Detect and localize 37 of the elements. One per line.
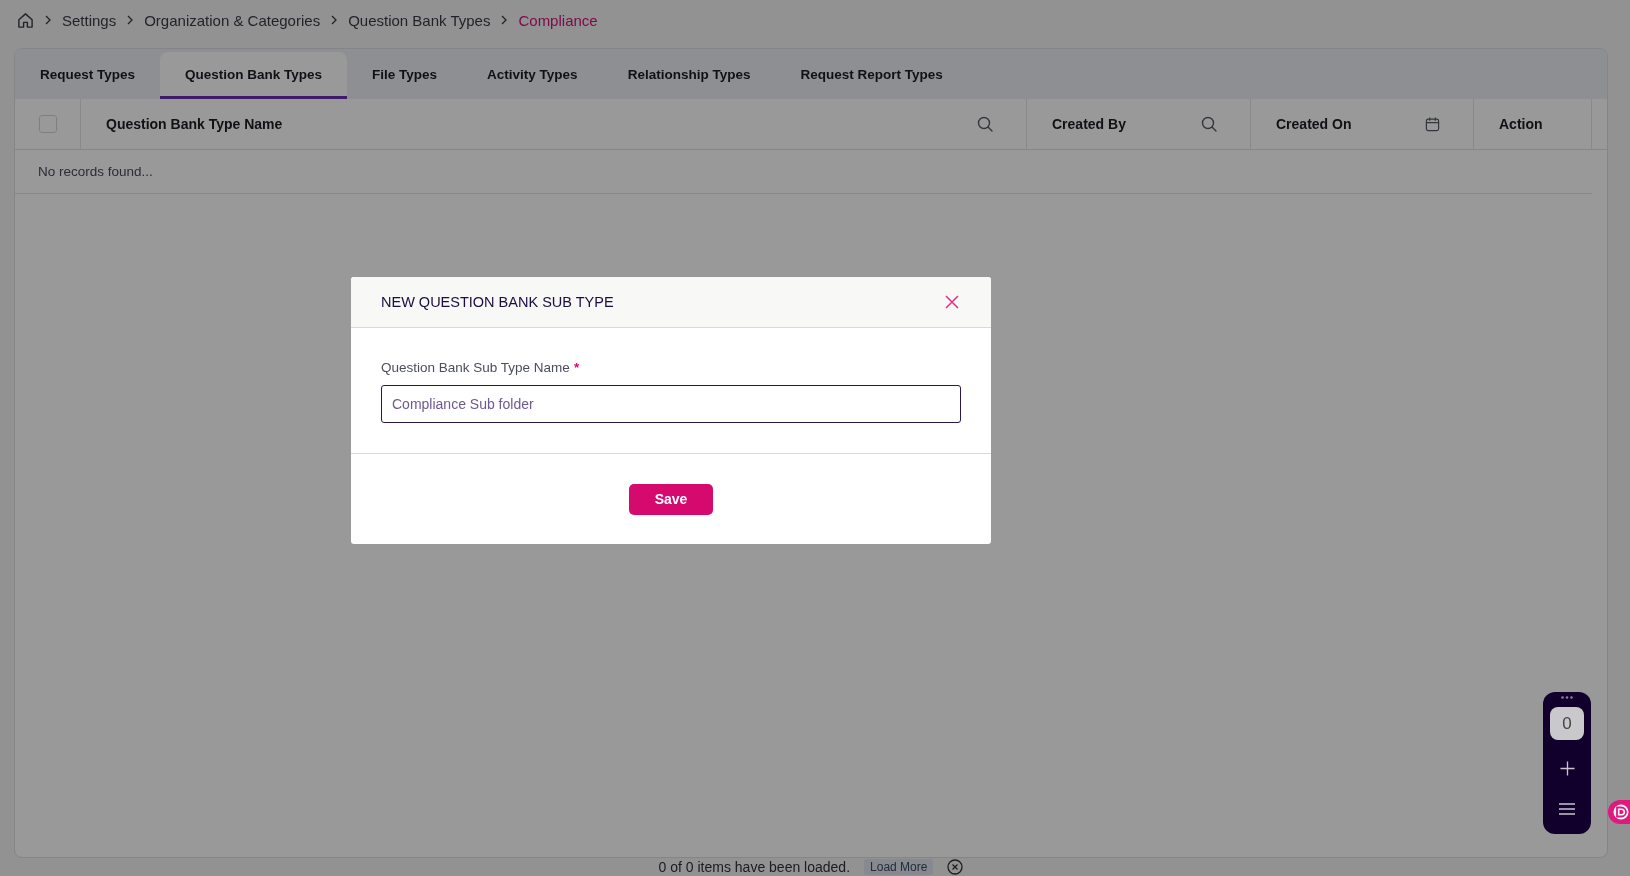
breadcrumb-link[interactable]: Organization & Categories (144, 11, 321, 29)
dialog-title: NEW QUESTION BANK SUB TYPE (381, 294, 614, 310)
home-icon[interactable] (17, 11, 34, 29)
tab[interactable]: Question Bank Types (160, 52, 348, 99)
column-header[interactable]: Created By (1052, 116, 1126, 132)
input-field[interactable]: Compliance Sub folder (381, 385, 961, 423)
column-header[interactable]: Question Bank Type Name (106, 116, 283, 132)
calendar-icon[interactable] (1425, 116, 1440, 132)
column-header[interactable]: Action (1499, 116, 1543, 132)
required-mark: * (573, 360, 580, 375)
menu-icon[interactable] (1559, 803, 1575, 815)
tab[interactable]: Request Report Types (775, 52, 968, 99)
search-icon[interactable] (977, 116, 993, 132)
breadcrumb-link[interactable]: Settings (62, 11, 117, 29)
chevron-right-icon (331, 15, 338, 25)
count-badge[interactable]: 0 (1550, 707, 1584, 740)
chevron-right-icon (45, 15, 51, 25)
drag-handle-icon[interactable] (1561, 696, 1573, 699)
breadcrumb-link[interactable]: Question Bank Types (348, 11, 491, 29)
chevron-right-icon (501, 15, 508, 25)
plus-icon[interactable] (1559, 761, 1575, 776)
close-icon[interactable] (945, 295, 959, 309)
tab[interactable]: File Types (347, 52, 463, 99)
breadcrumb-current: Compliance (518, 11, 598, 29)
chevron-right-icon (127, 15, 134, 25)
close-circle-icon[interactable] (947, 859, 964, 875)
empty-message: No records found... (38, 164, 153, 179)
tab[interactable]: Relationship Types (602, 52, 776, 99)
save-button[interactable]: Save (629, 483, 713, 515)
load-status: 0 of 0 items have been loaded. (658, 859, 851, 875)
search-icon[interactable] (1201, 116, 1217, 132)
tab[interactable]: Activity Types (462, 52, 603, 99)
launcher-icon[interactable] (1608, 800, 1630, 824)
column-header[interactable]: Created On (1276, 116, 1352, 132)
field-label: Question Bank Sub Type Name (381, 360, 570, 375)
select-all-checkbox[interactable] (38, 115, 57, 133)
tab[interactable]: Request Types (15, 52, 161, 99)
